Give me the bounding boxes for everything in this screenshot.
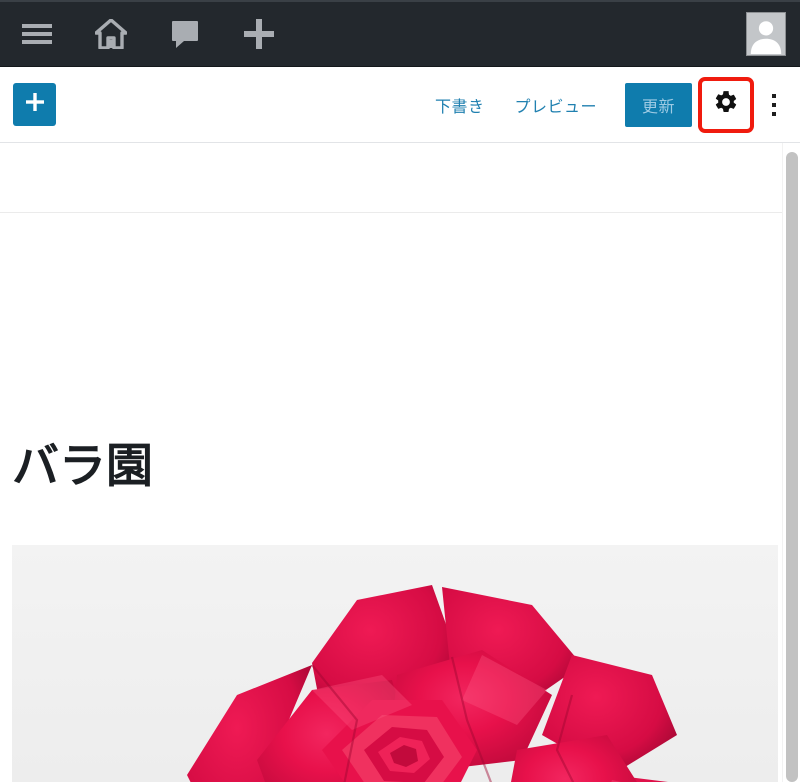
kebab-menu-icon [772, 93, 776, 98]
image-block[interactable] [12, 545, 778, 782]
more-options-button[interactable] [754, 77, 794, 133]
editor-header-toolbar: 下書き プレビュー 更新 [0, 67, 800, 143]
home-icon [95, 19, 127, 49]
comment-icon [171, 19, 199, 49]
kebab-dot [772, 111, 776, 116]
block-inserter-button[interactable] [13, 83, 56, 126]
avatar [746, 12, 786, 56]
kebab-dot [772, 102, 776, 107]
settings-button[interactable] [698, 76, 754, 133]
vertical-scrollbar-thumb[interactable] [786, 152, 798, 782]
wp-admin-bar [0, 0, 800, 67]
editor-canvas: バラ園 [0, 143, 782, 782]
plus-icon [243, 18, 275, 50]
admin-bar-item-account[interactable] [732, 1, 800, 68]
vertical-scrollbar-track[interactable] [782, 143, 800, 782]
save-draft-button[interactable]: 下書き [433, 87, 487, 123]
admin-bar-item-comments[interactable] [148, 1, 222, 68]
admin-bar-item-home[interactable] [74, 1, 148, 68]
preview-button[interactable]: プレビュー [512, 87, 599, 123]
menu-icon [22, 22, 52, 46]
rose-photo [12, 545, 778, 782]
update-button[interactable]: 更新 [624, 82, 692, 127]
plus-icon [24, 91, 46, 118]
admin-bar-item-new[interactable] [222, 1, 296, 68]
gear-icon [713, 89, 739, 120]
canvas-divider [0, 212, 782, 213]
admin-bar-item-menu[interactable] [0, 1, 74, 68]
post-title[interactable]: バラ園 [12, 440, 153, 492]
wordpress-block-editor: 下書き プレビュー 更新 バラ園 [0, 0, 800, 782]
